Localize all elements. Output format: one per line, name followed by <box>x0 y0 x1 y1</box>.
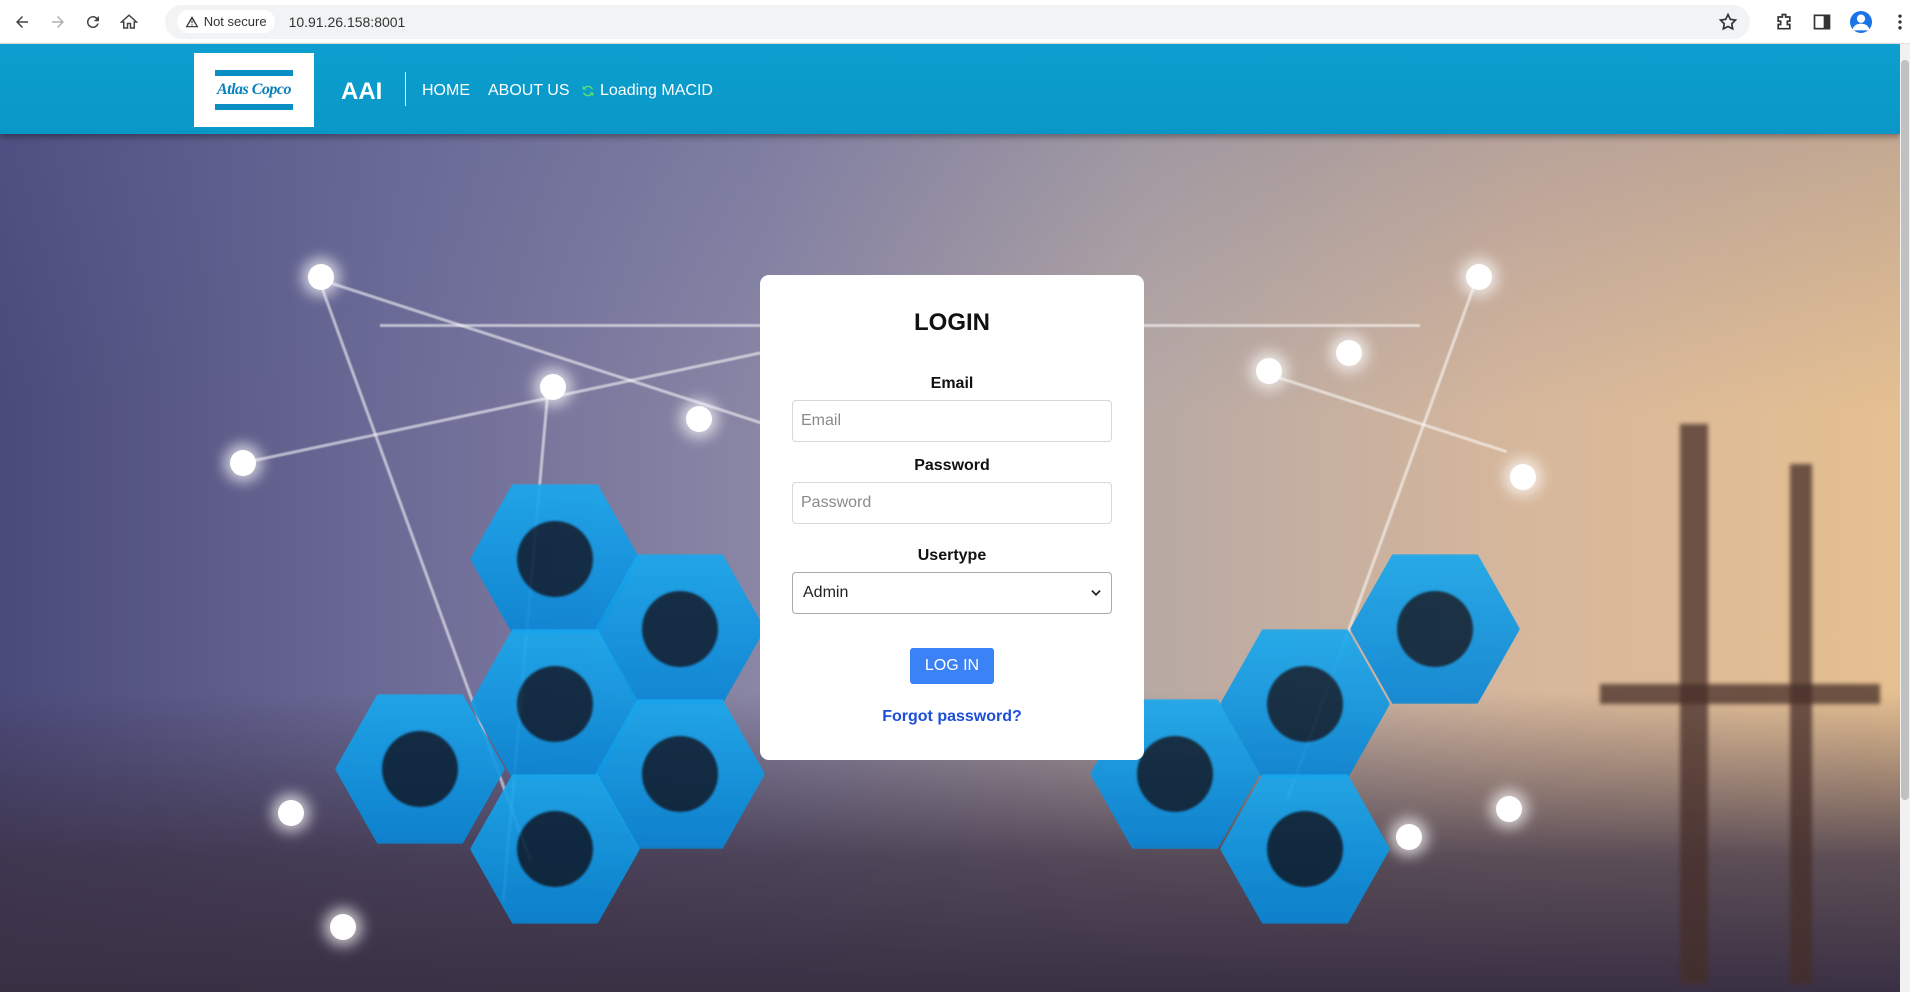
network-node <box>1510 464 1536 490</box>
url-text[interactable]: 10.91.26.158:8001 <box>289 14 406 30</box>
network-node <box>1466 264 1492 290</box>
login-button[interactable]: LOG IN <box>910 648 994 684</box>
reload-icon <box>87 15 100 28</box>
atlas-copco-logo[interactable]: Atlas Copco <box>194 53 314 127</box>
password-label: Password <box>914 457 990 474</box>
header-divider <box>405 72 406 106</box>
forgot-password-link[interactable]: Forgot password? <box>760 708 1144 726</box>
crane-silhouette <box>1680 424 1708 984</box>
home-button[interactable] <box>111 4 147 40</box>
loading-spinner-icon <box>582 85 594 97</box>
login-card: LOGIN Email Password Usertype Admin LOG … <box>760 275 1144 760</box>
reload-button[interactable] <box>75 4 111 40</box>
extensions-icon[interactable] <box>1774 12 1794 32</box>
security-label: Not secure <box>203 14 267 29</box>
network-line <box>1140 324 1420 327</box>
arrow-right-icon <box>51 15 64 28</box>
network-node <box>1496 796 1522 822</box>
network-node <box>330 914 356 940</box>
network-node <box>540 374 566 400</box>
site-header: Atlas Copco AAI HOME ABOUT US Loading MA… <box>0 44 1900 134</box>
network-node <box>230 450 256 476</box>
network-node <box>278 800 304 826</box>
network-node <box>686 406 712 432</box>
forward-button[interactable] <box>40 4 76 40</box>
arrow-left-icon <box>15 15 28 28</box>
bookmark-star-icon[interactable] <box>1718 12 1738 32</box>
crane-silhouette <box>1600 684 1880 704</box>
more-menu-icon[interactable] <box>1890 12 1910 32</box>
side-panel-icon[interactable] <box>1812 12 1832 32</box>
network-node <box>1336 340 1362 366</box>
scrollbar-thumb[interactable] <box>1901 60 1909 800</box>
chevron-down-icon <box>1091 590 1101 596</box>
network-line <box>380 324 800 327</box>
crane-silhouette <box>1790 464 1812 984</box>
person-icon <box>1852 14 1870 30</box>
back-button[interactable] <box>4 4 40 40</box>
loading-macid-label: Loading MACID <box>600 82 713 99</box>
security-indicator[interactable]: Not secure <box>176 10 275 33</box>
home-icon <box>119 13 138 29</box>
network-node <box>1396 824 1422 850</box>
network-node <box>1256 358 1282 384</box>
email-field[interactable] <box>792 400 1112 442</box>
profile-avatar[interactable] <box>1850 10 1873 33</box>
nav-home-link[interactable]: HOME <box>422 82 470 100</box>
brand-name[interactable]: AAI <box>341 78 382 106</box>
nav-about-link[interactable]: ABOUT US <box>488 82 570 100</box>
logo-text: Atlas Copco <box>216 81 292 98</box>
password-field[interactable] <box>792 482 1112 524</box>
login-title: LOGIN <box>914 309 990 336</box>
warning-icon <box>185 15 199 27</box>
page-scrollbar[interactable] <box>1900 44 1910 992</box>
usertype-select[interactable]: Admin <box>792 572 1112 614</box>
email-label: Email <box>930 375 974 392</box>
logo-stripe <box>215 104 293 110</box>
logo-stripe <box>215 70 293 76</box>
network-node <box>308 264 334 290</box>
usertype-label: Usertype <box>917 547 987 564</box>
loading-macid-status: Loading MACID <box>580 82 713 100</box>
usertype-selected-value: Admin <box>803 584 849 601</box>
address-bar[interactable]: Not secure 10.91.26.158:8001 <box>164 4 1751 39</box>
browser-toolbar: Not secure 10.91.26.158:8001 <box>0 0 1910 44</box>
